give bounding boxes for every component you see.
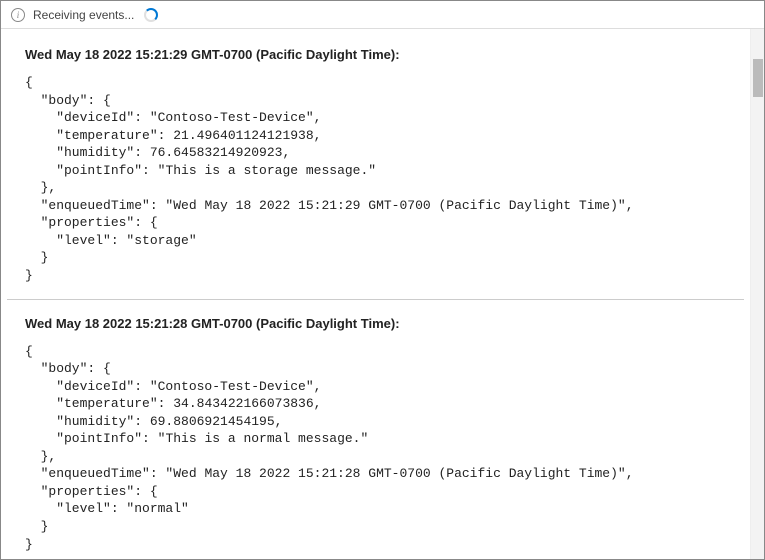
event-monitor-window: i Receiving events... Wed May 18 2022 15… bbox=[0, 0, 765, 560]
payload-pointinfo: This is a storage message. bbox=[165, 163, 368, 178]
content-body: Wed May 18 2022 15:21:29 GMT-0700 (Pacif… bbox=[1, 29, 764, 559]
status-text: Receiving events... bbox=[33, 8, 134, 22]
payload-pointinfo: This is a normal message. bbox=[165, 431, 360, 446]
event-payload: { "body": { "deviceId": "Contoso-Test-De… bbox=[25, 343, 726, 554]
vertical-scrollbar[interactable] bbox=[750, 29, 764, 559]
event-list: Wed May 18 2022 15:21:29 GMT-0700 (Pacif… bbox=[1, 29, 750, 559]
payload-deviceid: Contoso-Test-Device bbox=[158, 110, 306, 125]
info-icon: i bbox=[11, 8, 25, 22]
payload-humidity: 69.8806921454195 bbox=[150, 414, 275, 429]
payload-deviceid: Contoso-Test-Device bbox=[158, 379, 306, 394]
payload-level: storage bbox=[134, 233, 189, 248]
event-payload: { "body": { "deviceId": "Contoso-Test-De… bbox=[25, 74, 726, 285]
event-item: Wed May 18 2022 15:21:28 GMT-0700 (Pacif… bbox=[7, 310, 744, 559]
loading-spinner-icon bbox=[144, 8, 158, 22]
payload-level: normal bbox=[134, 501, 181, 516]
payload-temperature: 34.843422166073836 bbox=[173, 396, 313, 411]
payload-enqueuedtime: Wed May 18 2022 15:21:29 GMT-0700 (Pacif… bbox=[173, 198, 618, 213]
payload-humidity: 76.64583214920923 bbox=[150, 145, 283, 160]
event-item: Wed May 18 2022 15:21:29 GMT-0700 (Pacif… bbox=[7, 41, 744, 300]
payload-enqueuedtime: Wed May 18 2022 15:21:28 GMT-0700 (Pacif… bbox=[173, 466, 618, 481]
status-bar: i Receiving events... bbox=[1, 1, 764, 29]
scrollbar-thumb[interactable] bbox=[753, 59, 763, 97]
event-timestamp: Wed May 18 2022 15:21:28 GMT-0700 (Pacif… bbox=[25, 316, 395, 331]
event-timestamp-header: Wed May 18 2022 15:21:29 GMT-0700 (Pacif… bbox=[25, 47, 726, 62]
payload-temperature: 21.496401124121938 bbox=[173, 128, 313, 143]
event-timestamp: Wed May 18 2022 15:21:29 GMT-0700 (Pacif… bbox=[25, 47, 395, 62]
event-timestamp-header: Wed May 18 2022 15:21:28 GMT-0700 (Pacif… bbox=[25, 316, 726, 331]
